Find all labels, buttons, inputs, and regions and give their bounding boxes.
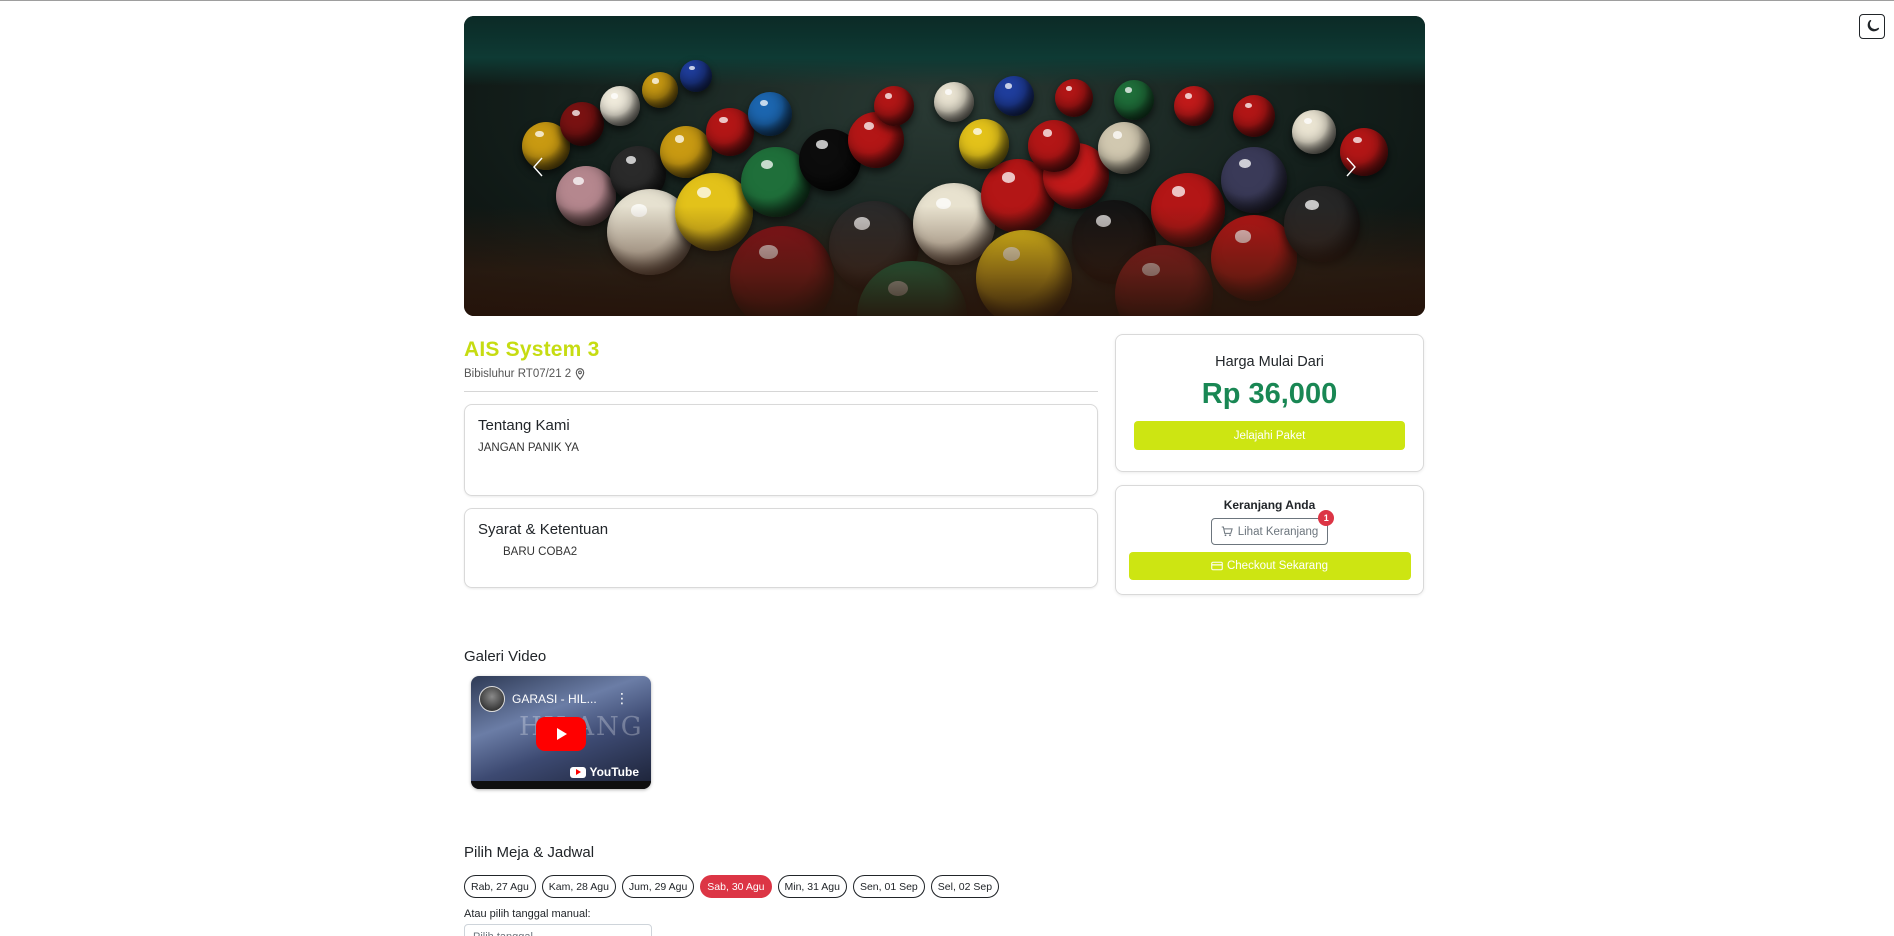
billiard-ball: [1233, 95, 1275, 137]
venue-title: AIS System 3: [464, 338, 600, 361]
schedule-title: Pilih Meja & Jadwal: [464, 844, 595, 861]
manual-date-label: Atau pilih tanggal manual:: [464, 908, 591, 920]
carousel-felt: [464, 16, 1425, 86]
price-card: Harga Mulai Dari Rp 36,000 Jelajahi Pake…: [1115, 334, 1424, 472]
billiard-ball: [959, 119, 1009, 169]
cart-title: Keranjang Anda: [1223, 498, 1316, 512]
date-chips: Rab, 27 Agu Kam, 28 Agu Jum, 29 Agu Sab, 30…: [464, 875, 1164, 898]
view-cart-label: Lihat Keranjang: [1237, 525, 1319, 538]
price-value: Rp 36,000: [1201, 378, 1338, 410]
cart-card: Keranjang Anda Lihat Keranjang 1 Checkou…: [1115, 485, 1424, 595]
moon-icon: [1867, 20, 1879, 32]
date-chip[interactable]: Min, 31 Agu: [777, 875, 847, 898]
theme-toggle-button[interactable]: [1859, 14, 1885, 39]
about-card: Tentang Kami JANGAN PANIK YA: [464, 404, 1098, 496]
billiard-ball: [1221, 147, 1287, 213]
venue-address[interactable]: Bibisluhur RT07/21 2: [464, 368, 1098, 380]
billiard-ball: [680, 60, 712, 92]
play-button[interactable]: [536, 717, 586, 751]
venue-info: AIS System 3 Bibisluhur RT07/21 2 Tentan…: [464, 338, 1098, 588]
billiard-ball: [1174, 86, 1214, 126]
chevron-left-icon: [533, 157, 543, 177]
video-bottom-bar: [471, 781, 651, 789]
video-gallery-title: Galeri Video: [464, 648, 547, 665]
billiard-ball: [934, 82, 974, 122]
billiard-ball: [1292, 110, 1336, 154]
view-cart-wrapper: Lihat Keranjang 1: [1210, 510, 1335, 545]
billiard-ball: [706, 108, 754, 156]
price-label: Harga Mulai Dari: [1215, 354, 1324, 370]
checkout-label: Checkout Sekarang: [1226, 560, 1328, 572]
venue-address-text: Bibisluhur RT07/21 2: [464, 368, 572, 380]
video-gallery: Galeri Video HILANG GARASI - HIL... ⋮ Yo…: [464, 648, 651, 789]
schedule-section: Pilih Meja & Jadwal Rab, 27 Agu Kam, 28 A…: [464, 844, 1164, 936]
youtube-logo[interactable]: YouTube: [570, 765, 639, 779]
terms-text: BARU COBA2: [503, 546, 578, 558]
carousel-prev-button[interactable]: [526, 152, 550, 182]
date-chip[interactable]: Jum, 29 Agu: [621, 875, 695, 898]
billiard-ball: [1055, 79, 1093, 117]
video-thumbnail[interactable]: HILANG GARASI - HIL... ⋮ YouTube: [471, 676, 651, 789]
play-icon: [557, 728, 567, 740]
chevron-right-icon: [1346, 157, 1356, 177]
credit-card-icon: [1211, 561, 1223, 571]
billiard-ball: [874, 86, 914, 126]
billiard-ball: [1028, 120, 1080, 172]
billiard-ball: [1098, 122, 1150, 174]
billiard-ball: [642, 72, 678, 108]
date-chip[interactable]: Sen, 01 Sep: [852, 875, 925, 898]
date-picker-input[interactable]: [464, 924, 652, 936]
billiard-ball: [748, 92, 792, 136]
terms-card: Syarat & Ketentuan BARU COBA2: [464, 508, 1098, 588]
youtube-icon: [570, 766, 587, 778]
cart-icon: [1221, 526, 1233, 537]
map-pin-icon: [575, 368, 585, 380]
terms-title: Syarat & Ketentuan: [478, 521, 609, 538]
billiard-ball: [560, 102, 604, 146]
about-title: Tentang Kami: [478, 417, 570, 434]
date-chip[interactable]: Sab, 30 Agu: [700, 875, 772, 898]
top-border: [0, 0, 1894, 1]
view-cart-button[interactable]: Lihat Keranjang: [1210, 518, 1329, 545]
hero-carousel: [464, 16, 1425, 316]
carousel-table-edge: [464, 206, 1425, 316]
about-text: JANGAN PANIK YA: [478, 442, 579, 454]
more-vertical-icon[interactable]: ⋮: [615, 691, 629, 705]
title-divider: [464, 391, 1098, 392]
date-chip[interactable]: Sel, 02 Sep: [930, 875, 1000, 898]
video-title: GARASI - HIL...: [512, 692, 597, 706]
date-chip[interactable]: Rab, 27 Agu: [464, 875, 536, 898]
billiard-ball: [600, 86, 640, 126]
carousel-next-button[interactable]: [1339, 152, 1363, 182]
billiard-ball: [660, 126, 712, 178]
channel-avatar: [479, 686, 505, 712]
youtube-label: YouTube: [589, 765, 639, 779]
billiard-ball: [994, 76, 1034, 116]
checkout-button[interactable]: Checkout Sekarang: [1128, 552, 1411, 580]
date-chip[interactable]: Kam, 28 Agu: [541, 875, 616, 898]
billiard-ball: [1114, 80, 1154, 120]
cart-count-badge: 1: [1318, 510, 1335, 526]
video-header: GARASI - HIL...: [479, 686, 597, 712]
explore-packages-button[interactable]: Jelajahi Paket: [1134, 421, 1405, 450]
